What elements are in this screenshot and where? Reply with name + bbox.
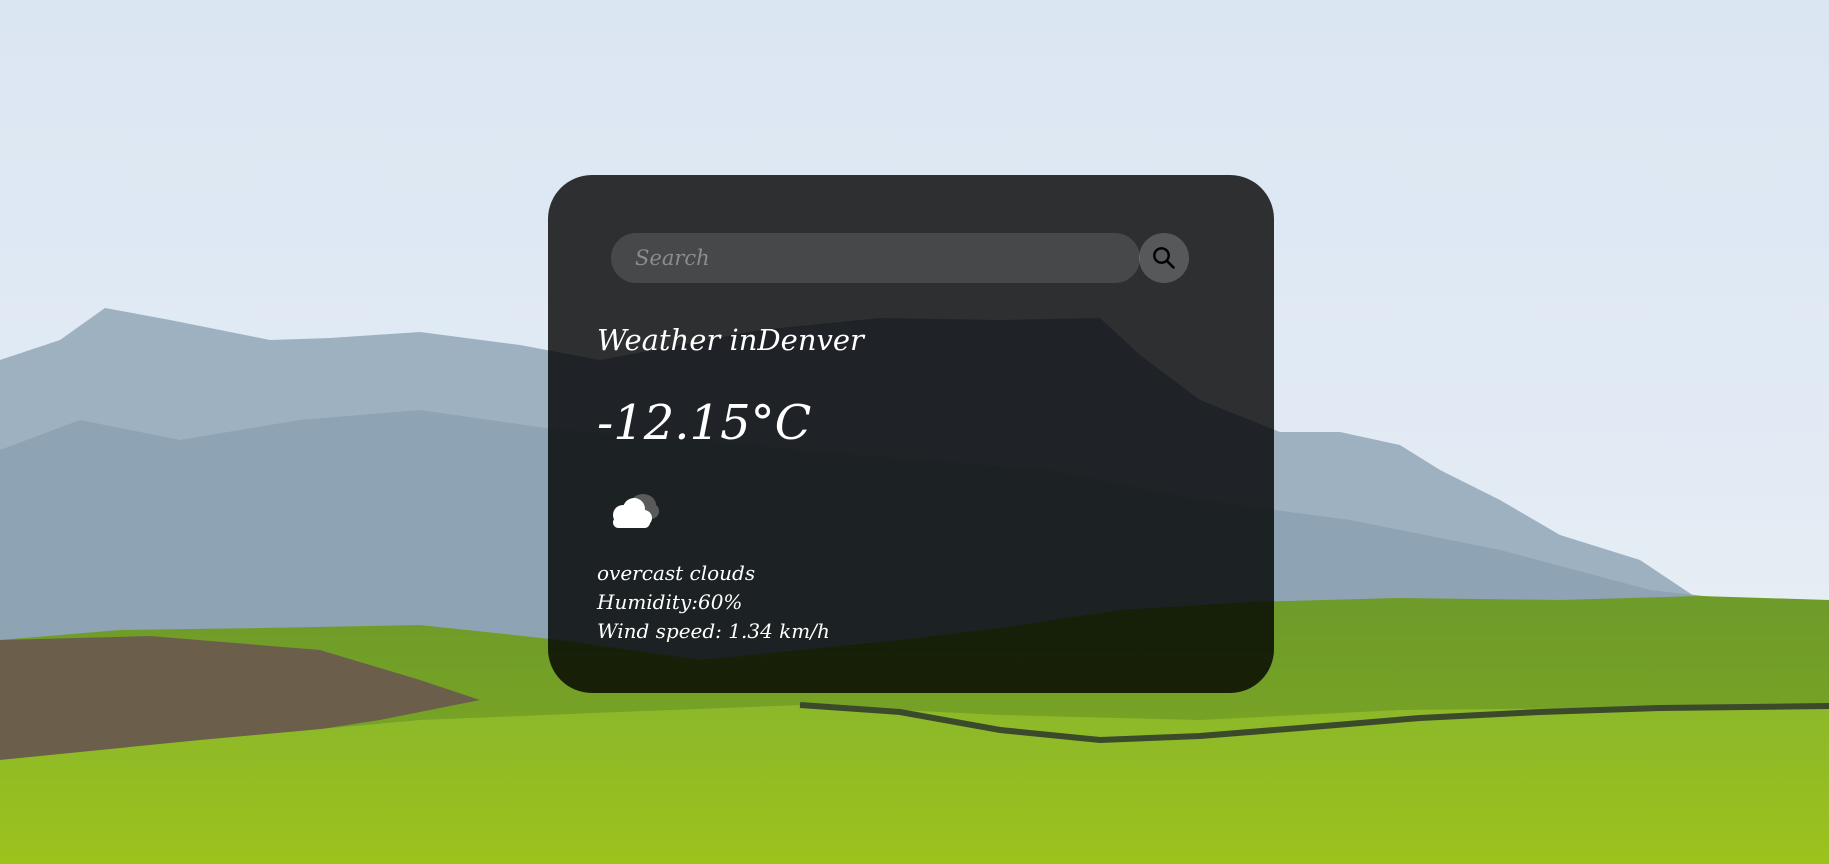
- weather-details: overcast clouds Humidity:60% Wind speed:…: [597, 559, 830, 646]
- temperature: -12.15°C: [597, 395, 812, 451]
- weather-card: Weather inDenver -12.15°C overcast cloud…: [548, 175, 1274, 693]
- wind-speed-value: 1.34 km/h: [728, 619, 830, 643]
- search-icon: [1153, 247, 1175, 269]
- search-bar: [611, 233, 1189, 283]
- wind-speed: Wind speed: 1.34 km/h: [597, 617, 830, 646]
- title-prefix: Weather in: [597, 323, 758, 357]
- weather-description: overcast clouds: [597, 561, 756, 585]
- humidity-value: 60%: [697, 590, 743, 614]
- city-name: Denver: [757, 323, 864, 357]
- city-title: Weather inDenver: [597, 323, 864, 357]
- humidity-label: Humidity:: [597, 590, 698, 614]
- wind-speed-label: Wind speed:: [597, 619, 729, 643]
- search-input[interactable]: [611, 233, 1140, 283]
- search-button[interactable]: [1139, 233, 1189, 283]
- humidity: Humidity:60%: [597, 588, 830, 617]
- overcast-clouds-icon: [613, 494, 659, 528]
